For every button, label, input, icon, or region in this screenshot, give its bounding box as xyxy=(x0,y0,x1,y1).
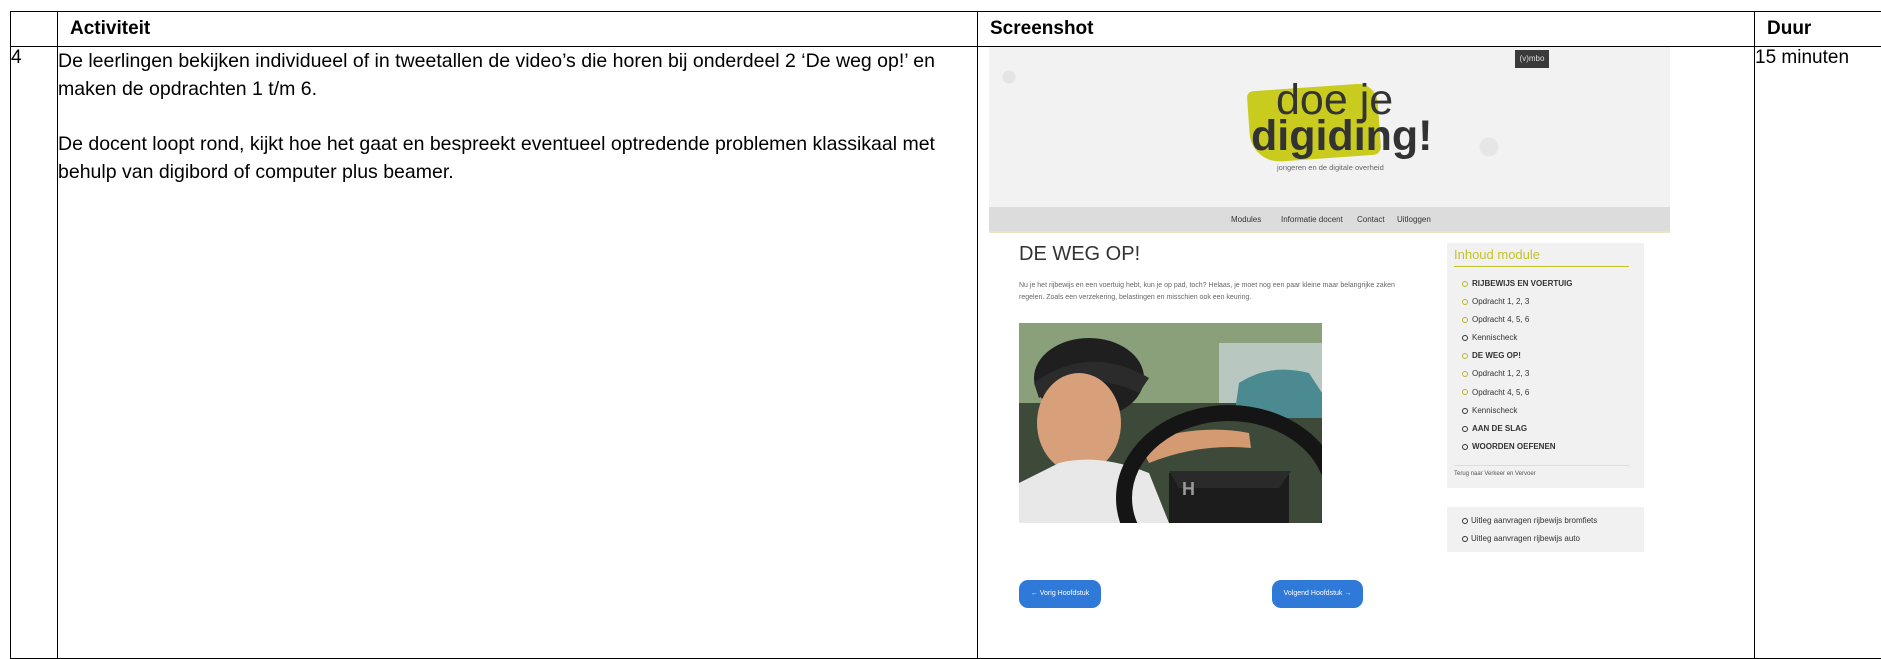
header-screenshot: Screenshot xyxy=(978,12,1755,47)
next-chapter-button[interactable]: Volgend Hoofdstuk → xyxy=(1272,580,1363,608)
module-contents-label: Opdracht 1, 2, 3 xyxy=(1472,297,1529,306)
bullet-circle-icon xyxy=(1462,426,1468,432)
table-row: 4 De leerlingen bekijken individueel of … xyxy=(11,47,1881,659)
module-contents-label: RIJBEWIJS EN VOERTUIG xyxy=(1472,279,1572,288)
module-contents-item[interactable]: Opdracht 4, 5, 6 xyxy=(1462,384,1572,402)
bullet-circle-icon xyxy=(1462,335,1468,341)
info-link[interactable]: Uitleg aanvragen rijbewijs bromfiets xyxy=(1462,512,1597,530)
module-contents-item[interactable]: Opdracht 4, 5, 6 xyxy=(1462,311,1572,329)
bullet-circle-icon xyxy=(1462,317,1468,323)
site-logo: doe je digiding! jongeren en de digitale… xyxy=(1249,77,1419,172)
nav-item-informatie-docent[interactable]: Informatie docent xyxy=(1281,215,1343,224)
page-title: DE WEG OP! xyxy=(1019,243,1140,266)
module-contents-item[interactable]: AAN DE SLAG xyxy=(1462,420,1572,438)
module-contents-title: Inhoud module xyxy=(1454,247,1540,262)
divider xyxy=(1454,465,1629,466)
nav-item-uitloggen[interactable]: Uitloggen xyxy=(1397,215,1431,224)
bullet-circle-icon xyxy=(1462,444,1468,450)
activity-paragraph: De docent loopt rond, kijkt hoe het gaat… xyxy=(58,130,977,186)
duration-cell: 15 minuten xyxy=(1755,47,1881,659)
module-contents-item[interactable]: Opdracht 1, 2, 3 xyxy=(1462,293,1572,311)
info-links-panel: Uitleg aanvragen rijbewijs bromfiets Uit… xyxy=(1447,507,1644,552)
module-contents-label: Opdracht 4, 5, 6 xyxy=(1472,388,1529,397)
module-contents-item[interactable]: Opdracht 1, 2, 3 xyxy=(1462,365,1572,383)
module-contents-label: WOORDEN OEFENEN xyxy=(1472,442,1556,451)
module-contents-item[interactable]: WOORDEN OEFENEN xyxy=(1462,438,1572,456)
header-number xyxy=(11,12,58,47)
activity-paragraph: De leerlingen bekijken individueel of in… xyxy=(58,47,977,103)
bullet-circle-icon xyxy=(1462,371,1468,377)
driving-photo: H xyxy=(1019,323,1322,523)
site-nav: Modules Informatie docent Contact Uitlog… xyxy=(989,207,1670,233)
intro-text: Nu je het rijbewijs en een voertuig hebt… xyxy=(1019,280,1419,304)
svg-text:H: H xyxy=(1182,479,1195,499)
info-links-list: Uitleg aanvragen rijbewijs bromfiets Uit… xyxy=(1462,512,1597,548)
module-contents-label: Opdracht 1, 2, 3 xyxy=(1472,369,1529,378)
bullet-circle-icon xyxy=(1462,353,1468,359)
bullet-circle-icon xyxy=(1462,408,1468,414)
bullet-circle-icon xyxy=(1462,299,1468,305)
module-contents-item[interactable]: Kennischeck xyxy=(1462,402,1572,420)
circle-arrow-icon xyxy=(1462,536,1468,542)
module-contents-label: AAN DE SLAG xyxy=(1472,424,1527,433)
hero-banner: (v)mbo doe je digiding! jongeren en de d… xyxy=(989,47,1670,207)
divider xyxy=(1454,266,1629,267)
module-contents-label: DE WEG OP! xyxy=(1472,351,1521,360)
screenshot-cell: (v)mbo doe je digiding! jongeren en de d… xyxy=(978,47,1755,659)
activity-table: Activiteit Screenshot Duur 4 De leerling… xyxy=(10,11,1881,659)
back-link[interactable]: Terug naar Verkeer en Vervoer xyxy=(1454,471,1536,477)
website-screenshot: (v)mbo doe je digiding! jongeren en de d… xyxy=(989,47,1670,655)
logo-tagline: jongeren en de digitale overheid xyxy=(1277,163,1384,172)
previous-chapter-button[interactable]: ← Vorig Hoofdstuk xyxy=(1019,580,1101,608)
header-row: Activiteit Screenshot Duur xyxy=(11,12,1881,47)
module-contents-item[interactable]: RIJBEWIJS EN VOERTUIG xyxy=(1462,275,1572,293)
module-contents-list: RIJBEWIJS EN VOERTUIG Opdracht 1, 2, 3 Opd… xyxy=(1462,275,1572,456)
nav-item-modules[interactable]: Modules xyxy=(1231,215,1261,224)
header-duration: Duur xyxy=(1755,12,1881,47)
bullet-circle-icon xyxy=(1462,389,1468,395)
module-contents-label: Kennischeck xyxy=(1472,406,1517,415)
activity-cell: De leerlingen bekijken individueel of in… xyxy=(58,47,978,659)
circle-arrow-icon xyxy=(1462,518,1468,524)
vmbo-badge: (v)mbo xyxy=(1515,50,1549,68)
driver-illustration: H xyxy=(1019,323,1322,523)
info-link[interactable]: Uitleg aanvragen rijbewijs auto xyxy=(1462,530,1597,548)
module-contents-panel: Inhoud module RIJBEWIJS EN VOERTUIG Opdra… xyxy=(1447,243,1644,488)
logo-line-2: digiding! xyxy=(1251,115,1433,157)
module-contents-label: Kennischeck xyxy=(1472,333,1517,342)
module-contents-label: Opdracht 4, 5, 6 xyxy=(1472,315,1529,324)
row-number: 4 xyxy=(11,47,58,659)
module-contents-item[interactable]: Kennischeck xyxy=(1462,329,1572,347)
bullet-circle-icon xyxy=(1462,281,1468,287)
header-activity: Activiteit xyxy=(58,12,978,47)
module-contents-item[interactable]: DE WEG OP! xyxy=(1462,347,1572,365)
nav-item-contact[interactable]: Contact xyxy=(1357,215,1385,224)
